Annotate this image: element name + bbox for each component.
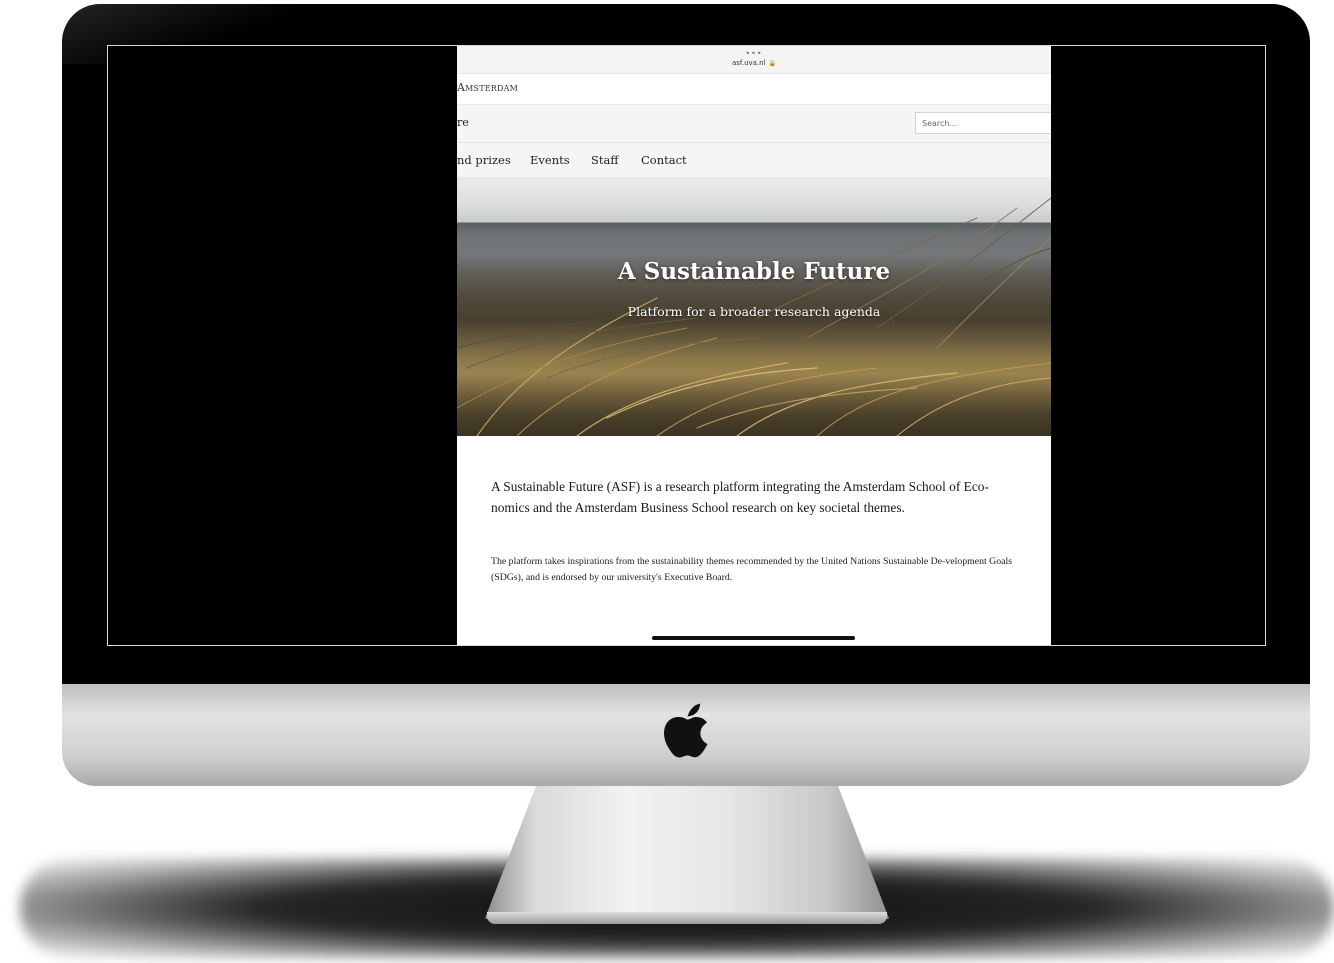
tablet-viewport: ••• asf.uva.nl🔒 Amsterdam re nd prizes E… [457,46,1051,645]
browser-url-bar[interactable]: ••• asf.uva.nl 🔒 [457,46,1051,74]
apple-logo-icon [664,703,708,758]
university-bar: Amsterdam [457,74,1051,105]
nav-item-prizes[interactable]: nd prizes [457,153,511,167]
site-header: re [457,105,1051,143]
intro-paragraph: A Sustainable Future (ASF) is a research… [491,479,989,515]
main-navigation: nd prizes Events Staff Contact [457,143,1051,178]
imac-stand-base [487,912,887,924]
more-dots-icon[interactable]: ••• [457,50,1051,58]
imac-stand [485,782,889,924]
hero-subtitle: Platform for a broader research agenda [627,304,881,319]
hero-banner: A Sustainable Future Platform for a broa… [457,178,1051,436]
nav-item-contact[interactable]: Contact [641,153,687,167]
imac-scene: ••• asf.uva.nl🔒 Amsterdam re nd prizes E… [0,0,1334,963]
site-name[interactable]: re [457,116,469,129]
body-paragraph: The platform takes inspirations from the… [491,556,1013,583]
imac-screen: ••• asf.uva.nl🔒 Amsterdam re nd prizes E… [107,45,1266,646]
lock-icon: 🔒 [768,60,777,67]
url-address[interactable]: asf.uva.nl 🔒 [457,59,1051,68]
university-name[interactable]: Amsterdam [457,81,518,94]
nav-item-staff[interactable]: Staff [591,153,619,167]
url-text: asf.uva.nl [731,59,766,67]
nav-item-events[interactable]: Events [530,153,570,167]
hero-title: A Sustainable Future [617,258,891,285]
home-indicator[interactable] [652,636,855,640]
search-input[interactable] [915,112,1051,134]
